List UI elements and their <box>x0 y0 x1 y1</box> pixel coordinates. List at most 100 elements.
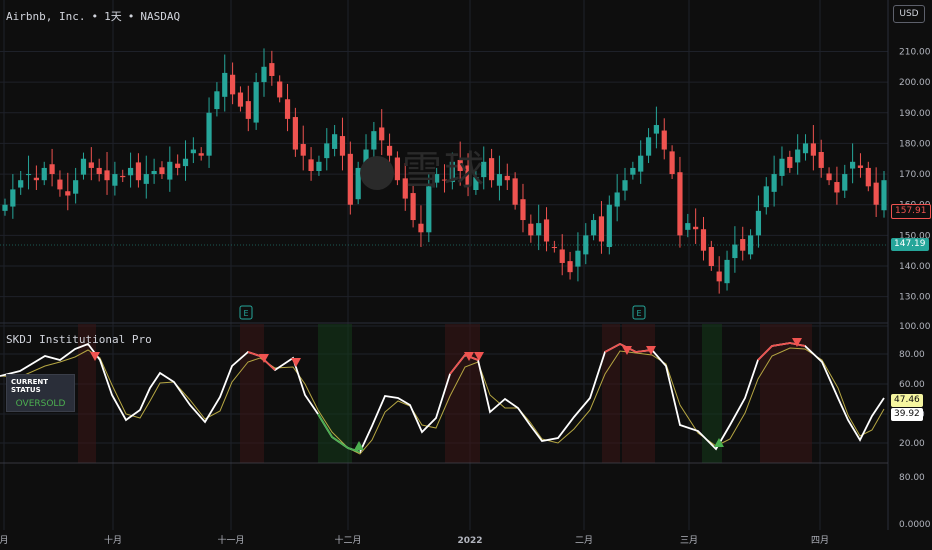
price-tick-label: 140.00 <box>899 262 931 272</box>
last-price-label: 157.91 <box>891 204 931 219</box>
status-label: CURRENT STATUS <box>11 378 49 394</box>
candle-body <box>614 192 620 207</box>
candle-body <box>779 158 785 176</box>
indicator-axis[interactable]: 100.0080.0060.0040.0020.0080.000.0000 <box>899 322 931 530</box>
candle-body <box>677 172 683 236</box>
candle-body <box>80 158 87 175</box>
candle-body <box>104 170 110 181</box>
candle-body <box>740 239 746 251</box>
k-value-label: 47.46 <box>891 394 923 407</box>
separator-dot: • <box>91 10 99 23</box>
candle-body <box>269 63 275 76</box>
signal-band <box>445 324 480 463</box>
price-tick-label: 170.00 <box>899 170 931 180</box>
candle-body <box>536 223 542 236</box>
candle-body <box>253 82 259 123</box>
time-tick-label: 2022 <box>457 536 482 546</box>
candle-body <box>284 99 291 119</box>
interval-label[interactable]: 1天 <box>104 10 122 23</box>
candle-body <box>261 66 267 83</box>
currency-button[interactable]: USD <box>893 5 925 23</box>
separator-dot: • <box>127 10 135 23</box>
chart-canvas[interactable]: EE 210.00200.00190.00180.00170.00160.001… <box>0 0 932 550</box>
candle-body <box>653 125 660 134</box>
candle-body <box>73 180 79 194</box>
candle-body <box>818 151 824 168</box>
time-tick-label: 十二月 <box>334 534 361 546</box>
candle-body <box>700 229 707 251</box>
price-tick-label: 210.00 <box>899 47 931 57</box>
candle-body <box>410 193 416 221</box>
candle-body <box>300 144 306 156</box>
candle-body <box>881 180 887 211</box>
candle-body <box>488 158 495 181</box>
candle-body <box>2 204 8 211</box>
candle-body <box>591 220 597 236</box>
earnings-marker-glyph: E <box>243 309 248 318</box>
candle-body <box>175 163 181 168</box>
symbol-header: Airbnb, Inc. • 1天 • NASDAQ <box>6 8 180 24</box>
candle-body <box>583 235 589 255</box>
candle-body <box>567 261 573 273</box>
signal-band <box>622 324 655 463</box>
candle-body <box>206 112 212 156</box>
earnings-marker-glyph: E <box>636 309 641 318</box>
candle-body <box>834 182 840 193</box>
candle-body <box>332 134 338 149</box>
candle-body <box>167 161 173 180</box>
candle-body <box>418 223 424 233</box>
candle-body <box>496 174 503 186</box>
candle-body <box>182 158 189 167</box>
candle-body <box>237 92 244 107</box>
candle-body <box>810 143 816 156</box>
candle-body <box>802 143 809 154</box>
status-value: OVERSOLD <box>15 399 66 409</box>
candle-body <box>708 247 714 267</box>
signal-bands <box>78 324 812 463</box>
candle-body <box>724 259 730 284</box>
candle-body <box>112 174 118 186</box>
price-axis[interactable]: 210.00200.00190.00180.00170.00160.00150.… <box>899 47 931 302</box>
watermark-text: 雪球 <box>402 148 486 194</box>
candle-body <box>127 167 134 176</box>
symbol-name[interactable]: Airbnb, Inc. <box>6 10 85 23</box>
signal-band <box>760 324 812 463</box>
candle-body <box>292 117 298 150</box>
candle-body <box>135 162 142 181</box>
candle-body <box>57 179 63 190</box>
status-panel: CURRENT STATUS OVERSOLD <box>6 374 75 412</box>
candle-body <box>771 174 777 192</box>
candle-body <box>638 155 644 172</box>
candle-body <box>873 182 879 205</box>
candle-body <box>763 186 769 208</box>
time-tick-label: 四月 <box>811 535 829 546</box>
candle-body <box>347 153 353 205</box>
reference-price-label: 147.19 <box>891 238 929 251</box>
time-tick-label: 十一月 <box>217 534 244 546</box>
indicator-tick-label: 80.00 <box>899 350 925 360</box>
time-tick-label: 月 <box>0 535 9 546</box>
candle-body <box>520 199 526 221</box>
candle-body <box>755 210 762 236</box>
candle-body <box>528 223 534 236</box>
indicator-tick-label: 80.00 <box>899 473 925 483</box>
indicator-tick-label: 60.00 <box>899 380 925 390</box>
price-tick-label: 190.00 <box>899 109 931 119</box>
candle-body <box>850 161 856 169</box>
candle-body <box>512 178 518 205</box>
candle-body <box>88 162 94 168</box>
candle-body <box>190 149 196 154</box>
candle-body <box>10 189 16 207</box>
price-tick-label: 180.00 <box>899 139 931 149</box>
candle-body <box>25 174 32 176</box>
candle-body <box>504 175 510 181</box>
candle-body <box>622 180 628 191</box>
candle-body <box>606 204 612 248</box>
time-axis[interactable]: 月 十月 十一月 十二月 2022 二月 三月 四月 <box>0 534 829 546</box>
price-tick-label: 130.00 <box>899 293 931 303</box>
indicator-tick-label: 100.00 <box>899 322 931 332</box>
signal-band <box>318 324 352 463</box>
candle-body <box>120 175 126 178</box>
indicator-title[interactable]: SKDJ Institutional Pro <box>6 333 152 346</box>
candle-body <box>65 191 71 196</box>
